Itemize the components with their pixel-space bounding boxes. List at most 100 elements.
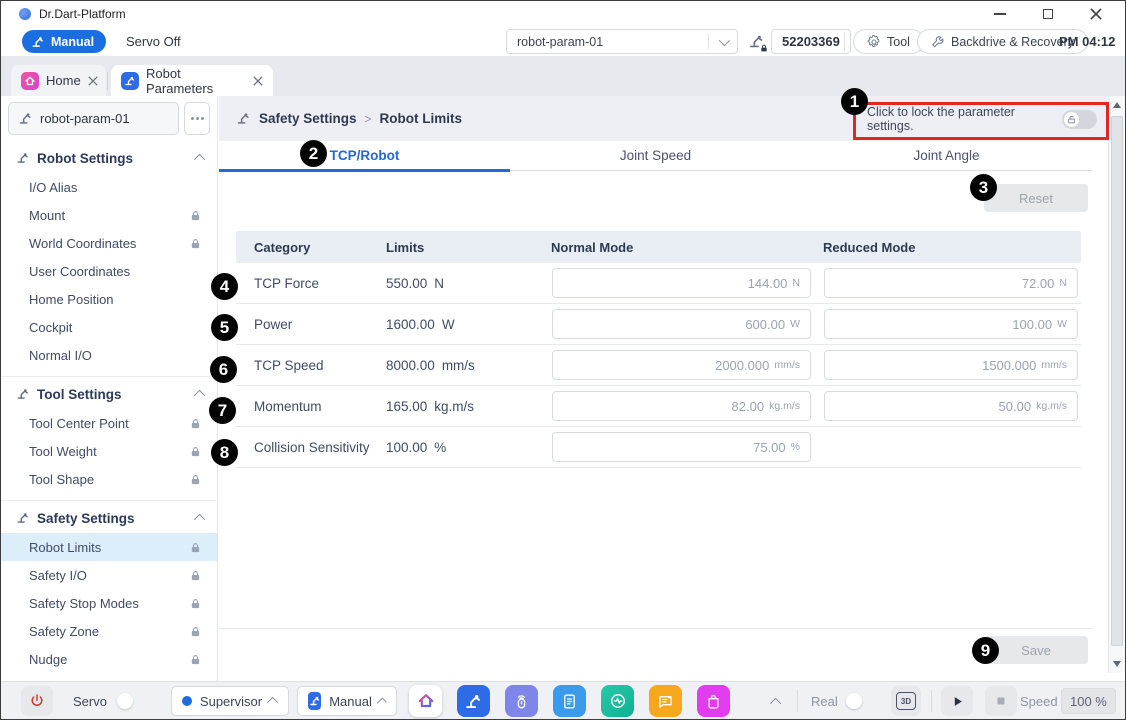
robot-serial: 52203369 [748,29,851,54]
input-value: 1500.000 [982,358,1036,373]
sidebar-item-mount[interactable]: Mount [1,201,217,229]
tab-tcp-robot[interactable]: TCP/Robot [219,141,510,170]
row-category: Power [236,317,386,332]
maximize-button[interactable] [1037,5,1059,23]
section-header-robot-settings[interactable]: Robot Settings [1,143,217,173]
mode-select[interactable]: Manual [297,686,397,716]
speed-label: Speed [1020,694,1058,709]
input-unit: kg.m/s [769,400,800,412]
section-header-tool-settings[interactable]: Tool Settings [1,379,217,409]
sidebar-item-nudge[interactable]: Nudge [1,645,217,673]
sidebar-item-safety-io[interactable]: Safety I/O [1,561,217,589]
input-unit: W [790,318,800,330]
sidebar-item-robot-limits[interactable]: Robot Limits [1,533,217,561]
operation-mode-button[interactable]: Manual [22,30,106,53]
input-value: 75.00 [753,440,786,455]
vertical-scrollbar[interactable] [1108,96,1125,673]
normal-mode-input[interactable]: 144.00N [552,268,811,298]
play-button[interactable] [941,686,973,716]
dock-store-app[interactable] [697,685,730,717]
more-options-button[interactable] [184,102,210,135]
section-tool-settings: Tool Settings Tool Center Point Tool Wei… [1,376,217,493]
annotation-badge-8: 8 [211,439,238,466]
sidebar-item-safety-stop-modes[interactable]: Safety Stop Modes [1,589,217,617]
table-row-tcp-speed: TCP Speed 8000.00mm/s 2000.000mm/s 1500.… [236,345,1081,386]
robot-param-select-value: robot-param-01 [517,35,603,49]
col-normal-mode: Normal Mode [551,240,823,255]
row-category: TCP Speed [236,358,386,373]
stop-icon [995,695,1007,707]
scroll-up-icon[interactable] [1113,102,1121,108]
row-category: Momentum [236,399,386,414]
sidebar-item-tool-center-point[interactable]: Tool Center Point [1,409,217,437]
lock-icon [190,654,201,665]
minimize-button[interactable] [989,5,1011,23]
clock: PM 04:12 [1059,34,1115,49]
item-label: Robot Limits [29,540,101,555]
stop-button[interactable] [985,686,1017,716]
sidebar-item-io-alias[interactable]: I/O Alias [1,173,217,201]
input-value: 600.00 [745,317,785,332]
robot-parameters-tab-close-icon[interactable] [253,76,263,86]
annotation-badge-3: 3 [970,174,997,201]
scroll-down-icon[interactable] [1113,661,1121,667]
lock-icon [190,542,201,553]
reduced-mode-input[interactable]: 72.00N [824,268,1078,298]
sidebar-item-user-coordinates[interactable]: User Coordinates [1,257,217,285]
close-button[interactable] [1085,5,1107,23]
sidebar-nav: Robot Settings I/O Alias Mount World Coo… [1,141,217,673]
section-label: Robot Settings [37,151,133,166]
save-button[interactable]: Save [984,636,1088,664]
row-limit: 165.00 [386,399,427,414]
chat-icon [656,692,675,711]
item-label: Safety Zone [29,624,99,639]
speed-value[interactable]: 100 % [1061,688,1116,714]
simulator-3d-button[interactable]: 3D [891,686,921,716]
role-select[interactable]: Supervisor [171,686,289,716]
dock-task-writer-app[interactable] [553,685,586,717]
dock-collapse-icon[interactable] [770,698,781,709]
sidebar-item-world-coordinates[interactable]: World Coordinates [1,229,217,257]
tab-joint-angle[interactable]: Joint Angle [801,141,1092,170]
top-toolbar: Manual Servo Off robot-param-01 52203369… [1,27,1125,56]
reduced-mode-input[interactable]: 100.00W [824,309,1078,339]
item-label: Cockpit [29,320,72,335]
sidebar-item-home-position[interactable]: Home Position [1,285,217,313]
dock-teach-pendant-app[interactable] [505,685,538,717]
pulse-icon [608,691,628,711]
chevron-up-icon [194,514,205,525]
dock-robot-params-app[interactable] [457,685,490,717]
tool-button[interactable]: Tool [853,29,924,54]
sidebar-item-cockpit[interactable]: Cockpit [1,313,217,341]
sidebar-item-tool-weight[interactable]: Tool Weight [1,437,217,465]
tab-joint-speed[interactable]: Joint Speed [510,141,801,170]
dock-message-app[interactable] [649,685,682,717]
section-header-safety-settings[interactable]: Safety Settings [1,503,217,533]
sidebar-item-tool-shape[interactable]: Tool Shape [1,465,217,493]
dock-home-app[interactable] [409,685,442,717]
normal-mode-input[interactable]: 75.00% [552,432,811,462]
reduced-mode-input[interactable]: 50.00kg.m/s [824,391,1078,421]
reset-button[interactable]: Reset [984,184,1088,212]
normal-mode-input[interactable]: 82.00kg.m/s [552,391,811,421]
power-button[interactable] [21,686,53,716]
annotation-badge-4: 4 [211,273,238,300]
operation-mode-label: Manual [51,35,94,49]
home-tab-close-icon[interactable] [88,76,98,86]
sidebar-item-normal-io[interactable]: Normal I/O [1,341,217,369]
sidebar-item-safety-zone[interactable]: Safety Zone [1,617,217,645]
tab-robot-parameters[interactable]: Robot Parameters [111,65,273,96]
normal-mode-input[interactable]: 600.00 W [552,309,811,339]
robot-param-select[interactable]: robot-param-01 [506,29,738,54]
normal-mode-input[interactable]: 2000.000mm/s [552,350,811,380]
scrollbar-thumb[interactable] [1111,116,1123,646]
item-label: World Coordinates [29,236,136,251]
sidebar-param-name-box[interactable]: robot-param-01 [8,102,179,135]
robot-parameters-tab-icon [121,72,139,90]
row-limit: 8000.00 [386,358,435,373]
tab-home[interactable]: Home [11,65,106,96]
dock-monitoring-app[interactable] [601,685,634,717]
robot-serial-number[interactable]: 52203369 [771,29,851,54]
input-value: 2000.000 [715,358,769,373]
reduced-mode-input[interactable]: 1500.000mm/s [824,350,1078,380]
